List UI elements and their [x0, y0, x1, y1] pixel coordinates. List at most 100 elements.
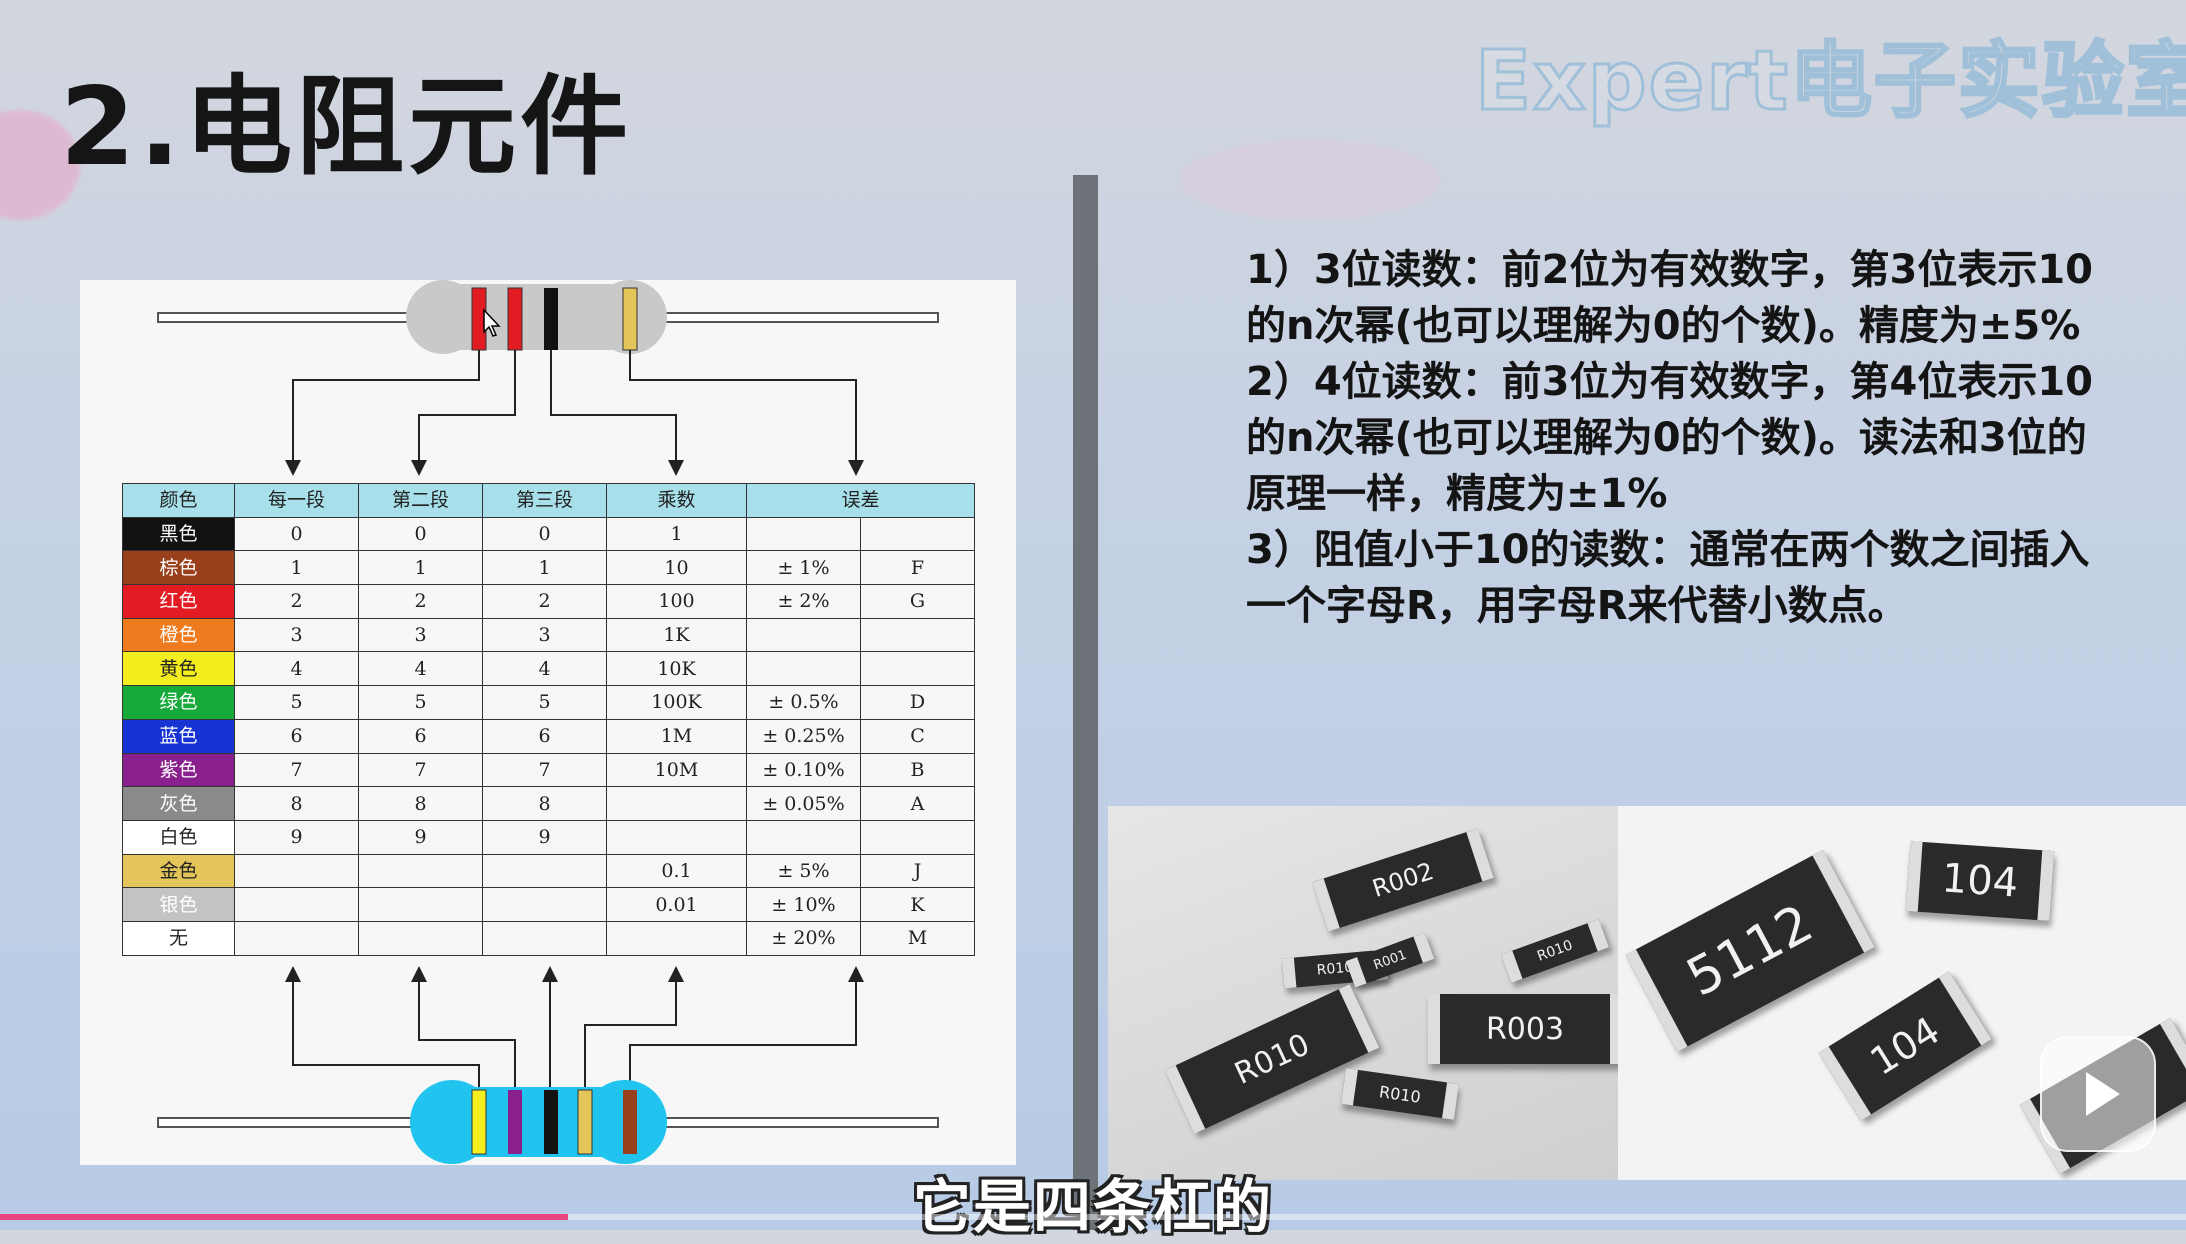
top-connectors — [292, 350, 857, 460]
cell-d1: 5 — [234, 685, 359, 720]
cell-d3: 7 — [482, 752, 607, 788]
cell-d3: 2 — [482, 584, 607, 619]
cell-d1: 9 — [234, 819, 359, 855]
page-title: 2.电阻元件 — [60, 65, 633, 190]
cell-d1: 0 — [234, 516, 359, 552]
cell-mult: 100 — [606, 584, 747, 619]
cell-mult: 10 — [606, 550, 747, 586]
cell-d3 — [482, 853, 607, 889]
cell-d1: 3 — [234, 617, 359, 653]
band-1 — [471, 1089, 487, 1155]
cell-d2: 1 — [358, 550, 483, 586]
color-swatch-cell: 棕色 — [122, 550, 235, 586]
smd-resistor-photo-low-ohm: R002 R010 R001 R010 R003 R010 R010 — [1108, 806, 1618, 1180]
cell-mult: 10M — [606, 752, 747, 788]
video-frame: 2.电阻元件 Expert电子实验室 颜色 每一段 第二段 第三段 乘数 误差 … — [0, 0, 2186, 1241]
cell-mult: 0.01 — [606, 887, 747, 922]
rule-below-10: 3）阻值小于10的读数：通常在两个数之间插入一个字母R，用字母R来代替小数点。 — [1246, 527, 2090, 629]
band-4 — [577, 1089, 593, 1155]
smd-chip: 104 — [1905, 841, 2055, 921]
rule-3-digit: 1）3位读数：前2位为有效数字，第3位表示10的n次幂(也可以理解为0的个数)。… — [1246, 247, 2093, 349]
cell-d2: 6 — [358, 718, 483, 754]
top-resistor — [157, 280, 939, 354]
table-row: 黑色 0 0 0 1 — [122, 516, 976, 552]
cell-d2 — [358, 887, 483, 922]
band-5 — [623, 1090, 637, 1154]
cell-tol: ± 10% — [746, 887, 861, 922]
cell-tol: ± 1% — [746, 550, 861, 586]
cell-code — [859, 617, 976, 653]
cell-tol — [746, 651, 861, 687]
smd-chip: 5112 — [1625, 849, 1875, 1053]
play-icon — [2086, 1072, 2120, 1116]
table-row: 绿色 5 5 5 100K ± 0.5% D — [122, 685, 976, 720]
decor-pink-blob-right — [1180, 140, 1440, 220]
cell-d3: 4 — [482, 651, 607, 687]
color-swatch-cell: 黑色 — [122, 516, 235, 552]
bottom-arrows — [285, 966, 864, 982]
band-2 — [507, 287, 523, 351]
resistor-color-code-diagram: 颜色 每一段 第二段 第三段 乘数 误差 黑色 0 0 0 1 棕色 1 1 1 10 ± 1% F 红… — [80, 280, 1016, 1165]
table-row: 红色 2 2 2 100 ± 2% G — [122, 584, 976, 619]
cell-d3: 5 — [482, 685, 607, 720]
cell-code — [859, 516, 976, 552]
cell-d3 — [482, 887, 607, 922]
table-row: 棕色 1 1 1 10 ± 1% F — [122, 550, 976, 586]
cell-code — [859, 651, 976, 687]
color-swatch-cell: 蓝色 — [122, 718, 235, 754]
cell-tol: ± 0.5% — [746, 685, 861, 720]
smd-chip: 104 — [1818, 971, 1992, 1121]
cell-d2: 3 — [358, 617, 483, 653]
cell-d1 — [234, 887, 359, 922]
cell-d1 — [234, 920, 359, 956]
table-row: 无 ± 20% M — [122, 920, 976, 956]
video-subtitle: 它是四条杠的 — [912, 1173, 1273, 1241]
header-multiplier: 乘数 — [606, 483, 747, 518]
cell-d1: 7 — [234, 752, 359, 788]
cell-d2 — [358, 920, 483, 956]
cell-d3: 3 — [482, 617, 607, 653]
smd-chip: R010 — [1164, 984, 1380, 1134]
band-2 — [508, 1090, 522, 1154]
color-swatch-cell: 白色 — [122, 819, 235, 855]
cell-tol: ± 20% — [746, 920, 861, 956]
cell-code: F — [859, 550, 976, 586]
header-band-3: 第三段 — [482, 483, 607, 518]
video-progress-fill — [0, 1214, 569, 1220]
reading-rules-text: 1）3位读数：前2位为有效数字，第3位表示10的n次幂(也可以理解为0的个数)。… — [1246, 242, 2106, 634]
vertical-divider — [1073, 175, 1098, 1230]
channel-watermark: Expert电子实验室 — [1474, 33, 2186, 131]
table-row: 灰色 8 8 8 ± 0.05% A — [122, 786, 976, 821]
cell-code: G — [859, 584, 976, 619]
table-body: 黑色 0 0 0 1 棕色 1 1 1 10 ± 1% F 红色 2 2 2 100 ± 2% G 橙色 3 3 3 1K 黄色… — [122, 516, 976, 956]
cell-code: C — [859, 718, 976, 754]
cell-d2: 0 — [358, 516, 483, 552]
smd-chip: R001 — [1345, 932, 1435, 988]
color-swatch-cell: 紫色 — [122, 752, 235, 788]
cell-d1: 4 — [234, 651, 359, 687]
cell-mult — [606, 920, 747, 956]
cell-tol — [746, 617, 861, 653]
cell-d3: 9 — [482, 819, 607, 855]
cell-d2: 7 — [358, 752, 483, 788]
cell-d3: 6 — [482, 718, 607, 754]
cell-mult — [606, 819, 747, 855]
cell-code: M — [859, 920, 976, 956]
header-band-1: 每一段 — [234, 483, 359, 518]
rule-4-digit: 2）4位读数：前3位为有效数字，第4位表示10的n次幂(也可以理解为0的个数)。… — [1246, 359, 2093, 517]
video-progress-bar[interactable] — [0, 1214, 2186, 1220]
table-row: 橙色 3 3 3 1K — [122, 617, 976, 653]
cell-d2: 2 — [358, 584, 483, 619]
cell-tol: ± 0.05% — [746, 786, 861, 821]
cell-code: D — [859, 685, 976, 720]
cell-tol: ± 0.25% — [746, 718, 861, 754]
smd-chip: R010 — [1501, 919, 1609, 983]
cell-tol — [746, 516, 861, 552]
cell-d3: 0 — [482, 516, 607, 552]
smd-chip: R010 — [1341, 1068, 1459, 1120]
color-swatch-cell: 金色 — [122, 853, 235, 889]
cell-code: A — [859, 786, 976, 821]
color-swatch-cell: 绿色 — [122, 685, 235, 720]
play-button[interactable] — [2040, 1036, 2156, 1152]
cell-d2: 8 — [358, 786, 483, 821]
